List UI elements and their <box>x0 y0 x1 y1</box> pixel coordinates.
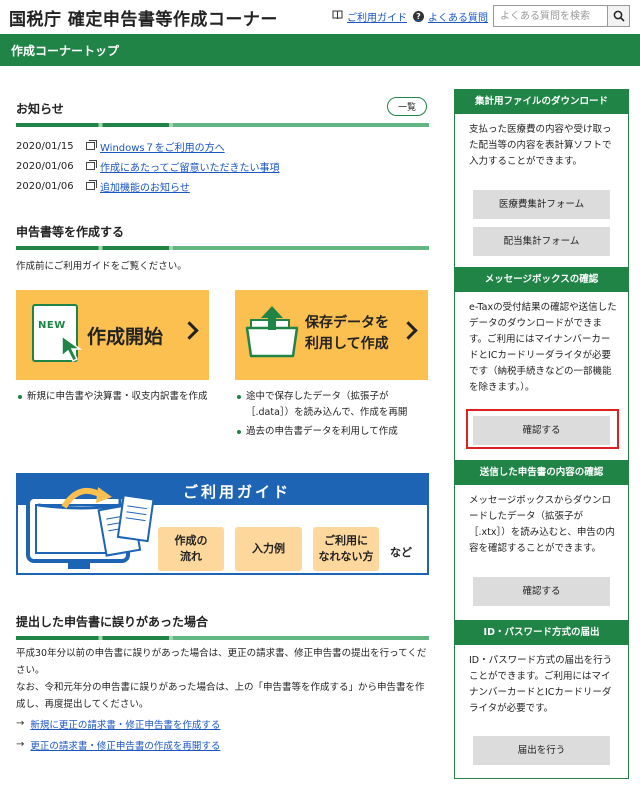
sent-heading: 送信した申告書の内容の確認 <box>455 461 628 485</box>
arrow-right-icon: → <box>16 718 25 729</box>
guide-unavailable-button[interactable]: ご利用に なれない方 <box>313 527 379 571</box>
sidebar: 集計用ファイルのダウンロード 支払った医療費の内容や受け取った配当等の内容を表計… <box>454 89 629 779</box>
faq-link-label[interactable]: よくある質問 <box>428 9 488 24</box>
messagebox-panel: メッセージボックスの確認 e-Taxの受付結果の確認や送信したデータのダウンロー… <box>455 268 628 396</box>
book-icon <box>332 10 343 23</box>
external-window-icon <box>86 180 97 190</box>
resume-label-line1: 保存データを <box>305 315 389 331</box>
section-divider <box>16 246 429 250</box>
usage-guide-banner[interactable]: ご利用ガイド 作成の 流れ 入力例 ご利用に なれない方 など <box>16 473 429 575</box>
guide-flow-button[interactable]: 作成の 流れ <box>158 527 224 571</box>
mistake-heading: 提出した申告書に誤りがあった場合 <box>16 615 209 629</box>
guide-link-label[interactable]: ご利用ガイド <box>347 9 407 24</box>
mistake-link-new-label[interactable]: 新規に更正の請求書・修正申告書を作成する <box>30 717 220 731</box>
mistake-link-new[interactable]: → 新規に更正の請求書・修正申告書を作成する <box>16 713 220 734</box>
list-item: 2020/01/06 追加機能のお知らせ <box>16 176 280 196</box>
guide-unavailable-label: ご利用に なれない方 <box>318 534 374 563</box>
news-link[interactable]: Windows７をご利用の方へ <box>100 139 225 154</box>
create-heading: 申告書等を作成する <box>16 225 125 239</box>
search-input[interactable] <box>493 5 608 27</box>
resume-label-line2: 利用して作成 <box>305 336 389 352</box>
news-list-button[interactable]: 一覧 <box>386 97 427 116</box>
computer-documents-icon <box>26 487 154 569</box>
medical-expense-form-button[interactable]: 医療費集計フォーム <box>473 190 610 219</box>
news-link[interactable]: 作成にあたってご留意いただきたい事項 <box>100 159 280 174</box>
news-section-header: お知らせ 一覧 <box>16 97 429 127</box>
bullet-item: 途中で保存したデータ（拡張子が［.data］）を読み込んで、作成を再開 <box>235 389 429 421</box>
news-date: 2020/01/06 <box>16 160 74 172</box>
resume-bullets: 途中で保存したデータ（拡張子が［.data］）を読み込んで、作成を再開 過去の申… <box>235 389 429 443</box>
chevron-right-icon <box>180 321 199 340</box>
bullet-item: 過去の申告書データを利用して作成 <box>235 424 429 440</box>
mistake-link-resume-label[interactable]: 更正の請求書・修正申告書の作成を再開する <box>30 738 220 752</box>
mistake-link-resume[interactable]: → 更正の請求書・修正申告書の作成を再開する <box>16 734 220 755</box>
mistake-text-1: 平成30年分以前の申告書に誤りがあった場合は、更正の請求書、修正申告書の提出を行… <box>16 648 427 676</box>
folder-upload-icon <box>245 306 299 358</box>
site-title[interactable]: 国税庁 確定申告書等作成コーナー <box>9 5 278 30</box>
news-date: 2020/01/06 <box>16 180 74 192</box>
download-text: 支払った医療費の内容や受け取った配当等の内容を表計算ソフトで入力することができま… <box>469 124 612 167</box>
section-divider <box>16 636 429 640</box>
start-new-button[interactable]: NEW 作成開始 <box>16 290 209 380</box>
guide-example-label: 入力例 <box>252 542 285 555</box>
sent-panel: 送信した申告書の内容の確認 メッセージボックスからダウンロードしたデータ（拡張子… <box>455 461 628 557</box>
start-new-bullets: 新規に申告書や決算書・収支内訳書を作成 <box>16 389 216 408</box>
guide-etc: など <box>390 546 412 559</box>
question-icon: ? <box>413 11 424 22</box>
guide-title: ご利用ガイド <box>183 483 292 501</box>
download-heading: 集計用ファイルのダウンロード <box>455 90 628 114</box>
messagebox-text: e-Taxの受付結果の確認や送信したデータのダウンロードができます。ご利用にはマ… <box>469 302 617 393</box>
news-heading: お知らせ <box>16 102 64 116</box>
header: 国税庁 確定申告書等作成コーナー ご利用ガイド ? よくある質問 <box>0 0 640 34</box>
dividend-form-button[interactable]: 配当集計フォーム <box>473 227 610 256</box>
search-button[interactable] <box>608 5 630 27</box>
start-new-label: 作成開始 <box>87 326 164 348</box>
section-divider <box>16 123 429 127</box>
new-tag: NEW <box>38 320 66 331</box>
news-list: 2020/01/15 Windows７をご利用の方へ 2020/01/06 作成… <box>16 136 280 196</box>
mistake-section-header: 提出した申告書に誤りがあった場合 <box>16 613 429 640</box>
page-title: 作成コーナートップ <box>11 44 120 58</box>
faq-link[interactable]: ? よくある質問 <box>413 9 488 24</box>
bullet-item: 新規に申告書や決算書・収支内訳書を作成 <box>16 389 216 405</box>
sent-confirm-button[interactable]: 確認する <box>473 577 610 606</box>
resume-saved-button[interactable]: 保存データを 利用して作成 <box>235 290 428 380</box>
idpw-text: ID・パスワード方式の届出を行うことができます。ご利用にはマイナンバーカードとI… <box>469 655 613 714</box>
page-title-bar: 作成コーナートップ <box>0 34 640 66</box>
messagebox-confirm-button[interactable]: 確認する <box>473 416 610 445</box>
mistake-text: 平成30年分以前の申告書に誤りがあった場合は、更正の請求書、修正申告書の提出を行… <box>16 645 429 713</box>
create-section-header: 申告書等を作成する <box>16 223 429 250</box>
download-panel: 集計用ファイルのダウンロード 支払った医療費の内容や受け取った配当等の内容を表計… <box>455 90 628 170</box>
chevron-right-icon <box>399 321 418 340</box>
sent-text: メッセージボックスからダウンロードしたデータ（拡張子が［.xtx］）を読み込むと… <box>469 495 615 554</box>
list-item: 2020/01/15 Windows７をご利用の方へ <box>16 136 280 156</box>
resume-saved-label: 保存データを 利用して作成 <box>305 313 389 355</box>
create-note: 作成前にご利用ガイドをご覧ください。 <box>16 261 187 272</box>
mistake-text-2: なお、令和元年分の申告書に誤りがあった場合は、上の「申告書等を作成する」から申告… <box>16 682 425 710</box>
external-window-icon <box>86 160 97 170</box>
guide-link[interactable]: ご利用ガイド <box>332 9 407 24</box>
arrow-right-icon: → <box>16 739 25 750</box>
idpw-submit-button[interactable]: 届出を行う <box>473 736 610 765</box>
news-link[interactable]: 追加機能のお知らせ <box>100 179 190 194</box>
list-item: 2020/01/06 作成にあたってご留意いただきたい事項 <box>16 156 280 176</box>
external-window-icon <box>86 140 97 150</box>
messagebox-heading: メッセージボックスの確認 <box>455 268 628 292</box>
idpw-heading: ID・パスワード方式の届出 <box>455 621 628 645</box>
guide-flow-label: 作成の 流れ <box>174 534 208 563</box>
guide-example-button[interactable]: 入力例 <box>235 527 302 571</box>
idpw-panel: ID・パスワード方式の届出 ID・パスワード方式の届出を行うことができます。ご利… <box>455 621 628 717</box>
search-icon <box>613 10 625 22</box>
cursor-icon <box>61 334 83 363</box>
mistake-links: → 新規に更正の請求書・修正申告書を作成する → 更正の請求書・修正申告書の作成… <box>16 713 220 755</box>
news-date: 2020/01/15 <box>16 140 74 152</box>
